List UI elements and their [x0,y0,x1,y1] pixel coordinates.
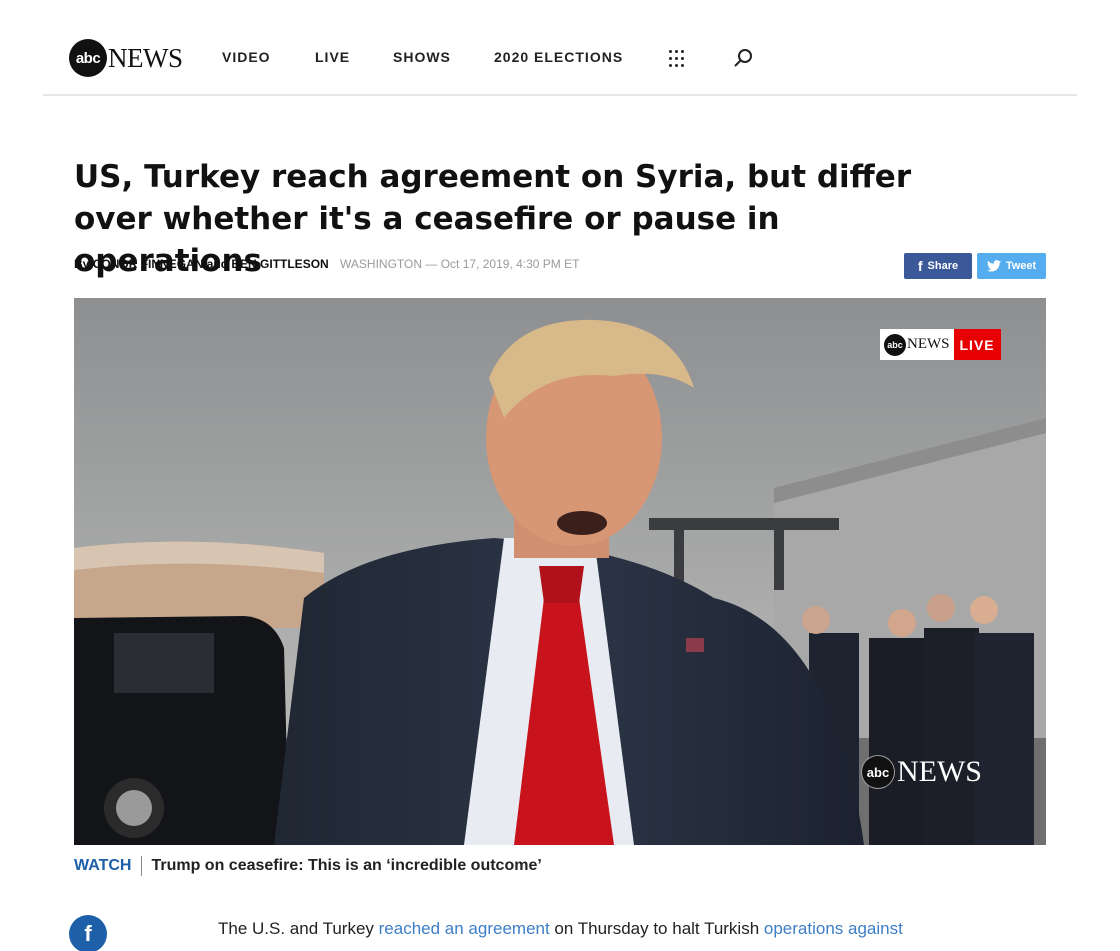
video-player[interactable]: abc NEWS LIVE abc NEWS [74,298,1046,845]
logo-news-text: NEWS [108,42,183,73]
video-caption-title[interactable]: Trump on ceasefire: This is an ‘incredib… [151,857,541,875]
live-badge-abc-logo: abc [884,333,906,356]
facebook-share-label: Share [927,260,959,272]
link-operations-against[interactable]: operations against [764,919,903,938]
abc-news-watermark: abc NEWS [861,755,982,789]
search-icon[interactable] [733,47,755,69]
byline-by: By [74,257,90,271]
facebook-share-button[interactable]: f Share [904,253,972,279]
facebook-icon: f [917,258,923,274]
twitter-tweet-button[interactable]: Tweet [977,253,1046,279]
site-header: abc NEWS VIDEO LIVE SHOWS 2020 ELECTIONS [43,0,1077,96]
watermark-news-text: NEWS [897,755,982,788]
watch-link[interactable]: WATCH [74,856,143,876]
twitter-bird-icon [986,260,1001,272]
abc-news-logo[interactable]: abc NEWS [69,39,183,77]
nav-live[interactable]: LIVE [315,49,350,65]
abc-news-live-badge: abc NEWS LIVE [880,329,1001,360]
paragraph-text-2: on Thursday to halt Turkish [549,919,764,938]
nav-shows[interactable]: SHOWS [393,49,451,65]
byline: By CONOR FINNEGAN and BEN GITTLESON WASH… [74,257,579,271]
watermark-abc-logo: abc [861,755,895,789]
nav-2020-elections[interactable]: 2020 ELECTIONS [494,49,623,65]
paragraph-text-1: The U.S. and Turkey [218,919,379,938]
live-badge-news-text: NEWS [907,336,950,352]
video-caption: WATCH Trump on ceasefire: This is an ‘in… [74,856,542,876]
facebook-share-icon[interactable]: f [69,915,107,951]
byline-authors[interactable]: CONOR FINNEGAN and BEN GITTLESON [93,257,329,271]
abc-logo-circle: abc [69,39,107,77]
live-label: LIVE [953,329,1001,360]
twitter-tweet-label: Tweet [1005,260,1037,272]
article-paragraph: The U.S. and Turkey reached an agreement… [218,919,903,939]
dateline: WASHINGTON — Oct 17, 2019, 4:30 PM ET [340,257,580,271]
apps-grid-icon[interactable] [669,50,687,68]
nav-video[interactable]: VIDEO [222,49,271,65]
link-reached-an-agreement[interactable]: reached an agreement [379,919,550,938]
